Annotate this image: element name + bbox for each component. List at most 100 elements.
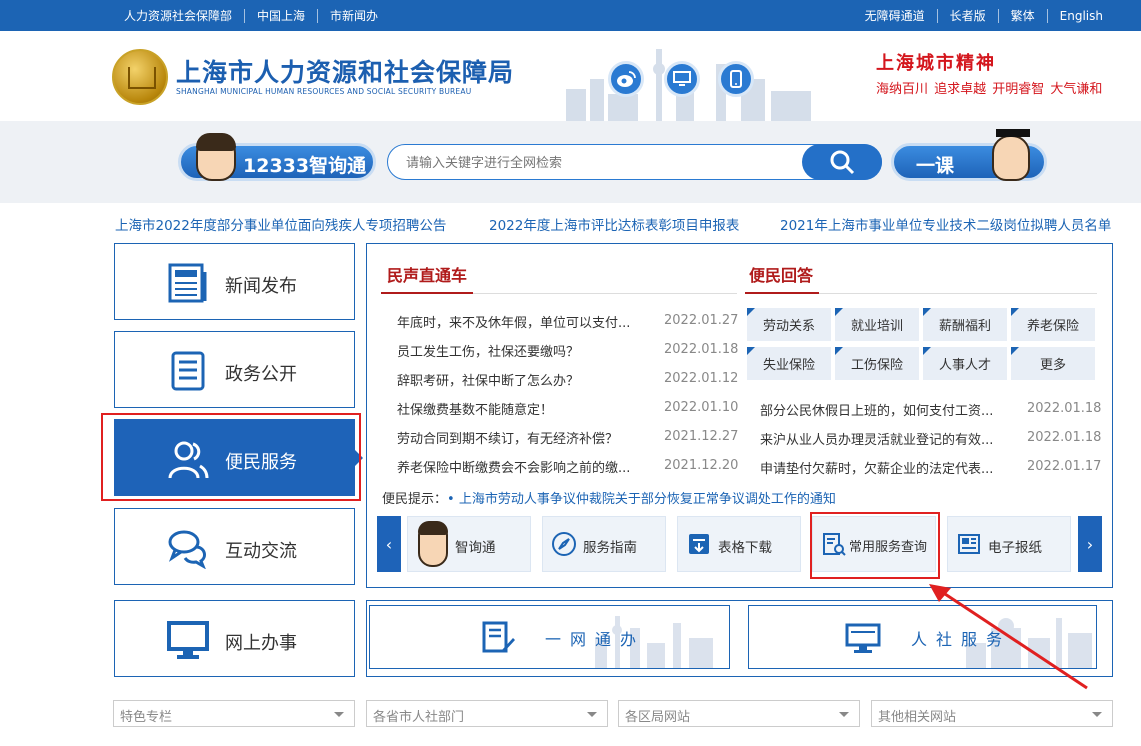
news-date: 2022.01.10	[664, 400, 739, 415]
qa-date: 2022.01.17	[1027, 459, 1102, 474]
monitor-icon	[845, 623, 881, 653]
ticker-item[interactable]: 上海市2022年度部分事业单位面向残疾人专项招聘公告	[115, 214, 446, 234]
dropdown-district-sites[interactable]: 各区局网站	[618, 700, 860, 727]
search-input[interactable]	[406, 153, 796, 173]
city-spirit-words: 海纳百川 追求卓越 开明睿智 大气谦和	[876, 82, 1103, 97]
category-employment-training[interactable]: 就业培训	[835, 308, 919, 341]
link-traditional[interactable]: 繁体	[997, 8, 1047, 23]
teacher-avatar-icon	[992, 129, 1030, 181]
nav-label: 政务公开	[225, 364, 297, 385]
top-links-right: 无障碍通道 长者版 繁体 English	[853, 0, 1115, 31]
phone-icon	[730, 70, 742, 88]
service-guide[interactable]: 服务指南	[542, 516, 666, 572]
mobile-button[interactable]	[718, 61, 754, 97]
category-unemployment[interactable]: 失业保险	[747, 347, 831, 380]
news-date: 2021.12.20	[664, 458, 739, 473]
yike-label: 一课	[916, 155, 955, 177]
service-label: 表格下载	[718, 540, 772, 556]
link-english[interactable]: English	[1046, 8, 1115, 23]
weibo-button[interactable]	[608, 61, 644, 97]
service-label: 智询通	[455, 540, 496, 556]
chevron-left-icon: ‹	[385, 534, 393, 554]
caret-down-icon	[1092, 712, 1102, 717]
link-accessibility[interactable]: 无障碍通道	[853, 9, 937, 23]
search-button[interactable]	[802, 144, 882, 180]
caret-down-icon	[334, 712, 344, 717]
ticker-item[interactable]: 2022年度上海市评比达标表彰项目申报表	[489, 214, 739, 234]
news-date: 2022.01.27	[664, 313, 739, 328]
document-icon	[171, 351, 205, 391]
news-item[interactable]: 劳动合同到期不续订，有无经济补偿？	[397, 428, 618, 447]
news-ticker: 上海市2022年度部分事业单位面向残疾人专项招聘公告 2022年度上海市评比达标…	[0, 212, 1141, 234]
annotation-arrow	[929, 584, 1088, 690]
category-pension[interactable]: 养老保险	[1011, 308, 1095, 341]
dropdown-label: 各区局网站	[625, 710, 691, 725]
carousel-next-button[interactable]: ›	[1078, 516, 1102, 572]
nav-news-release[interactable]: 新闻发布	[114, 243, 355, 320]
top-bar: 人力资源社会保障部 中国上海 市新闻办 无障碍通道 长者版 繁体 English	[0, 0, 1141, 31]
service-e-newspaper[interactable]: 电子报纸	[947, 516, 1071, 572]
notice-link[interactable]: • 上海市劳动人事争议仲裁院关于部分恢复正常争议调处工作的通知	[447, 492, 836, 507]
caret-down-icon	[839, 712, 849, 717]
news-item[interactable]: 养老保险中断缴费会不会影响之前的缴...	[397, 457, 630, 476]
link-elderly-version[interactable]: 长者版	[936, 8, 998, 23]
news-date: 2022.01.12	[664, 371, 739, 386]
dropdown-provincial-hr[interactable]: 各省市人社部门	[366, 700, 608, 727]
caret-down-icon	[587, 712, 597, 717]
one-network-label: 一网通办	[545, 630, 646, 649]
news-item[interactable]: 社保缴费基数不能随意定！	[397, 399, 553, 418]
qa-date: 2022.01.18	[1027, 430, 1102, 445]
assistant-avatar-icon	[196, 133, 236, 181]
monitor-icon	[167, 621, 209, 659]
nav-online-services[interactable]: 网上办事	[114, 600, 355, 677]
link-mohrss[interactable]: 人力资源社会保障部	[112, 9, 244, 23]
emblem-logo[interactable]	[112, 49, 168, 105]
nav-interaction[interactable]: 互动交流	[114, 508, 355, 585]
weibo-icon	[617, 71, 636, 87]
dropdown-special-columns[interactable]: 特色专栏	[113, 700, 355, 727]
site-title[interactable]: 上海市人力资源和社会保障局	[176, 53, 514, 89]
qa-item[interactable]: 部分公民休假日上班的，如何支付工资...	[760, 400, 993, 419]
tab-qa[interactable]: 便民回答	[749, 262, 813, 286]
nav-government-affairs[interactable]: 政务公开	[114, 331, 355, 408]
tab-underline	[745, 292, 819, 294]
service-label: 电子报纸	[988, 540, 1042, 556]
link-news-office[interactable]: 市新闻办	[317, 8, 390, 23]
dropdown-label: 其他相关网站	[878, 710, 957, 725]
news-item[interactable]: 员工发生工伤，社保还要缴吗？	[397, 341, 579, 360]
dropdown-label: 特色专栏	[120, 710, 173, 725]
monitor-icon	[673, 71, 691, 86]
tab-underline	[381, 292, 473, 294]
news-item[interactable]: 年底时，来不及休年假，单位可以支付...	[397, 312, 630, 331]
link-china-shanghai[interactable]: 中国上海	[244, 8, 317, 23]
site-subtitle: SHANGHAI MUNICIPAL HUMAN RESOURCES AND S…	[176, 87, 472, 96]
qa-date: 2022.01.18	[1027, 401, 1102, 416]
category-personnel-talent[interactable]: 人事人才	[923, 347, 1007, 380]
category-work-injury[interactable]: 工伤保险	[835, 347, 919, 380]
ticker-item[interactable]: 2021年上海市事业单位专业技术二级岗位拟聘人员名单	[780, 214, 1111, 234]
qa-item[interactable]: 申请垫付欠薪时，欠薪企业的法定代表...	[760, 458, 993, 477]
e-newspaper-icon	[958, 534, 980, 554]
top-links-left: 人力资源社会保障部 中国上海 市新闻办	[112, 0, 390, 31]
dropdown-label: 各省市人社部门	[373, 710, 465, 725]
news-item[interactable]: 辞职考研，社保中断了怎么办？	[397, 370, 579, 389]
service-form-download[interactable]: 表格下载	[677, 516, 801, 572]
city-spirit-title: 上海城市精神	[876, 53, 996, 74]
service-label: 服务指南	[583, 540, 637, 556]
category-more[interactable]: 更多	[1011, 347, 1095, 380]
carousel-prev-button[interactable]: ‹	[377, 516, 401, 572]
news-date: 2022.01.18	[664, 342, 739, 357]
notice-label: 便民提示：	[382, 492, 448, 507]
one-network-button[interactable]: 一网通办	[369, 605, 730, 669]
tab-public-voice[interactable]: 民声直通车	[387, 262, 467, 286]
dropdown-other-sites[interactable]: 其他相关网站	[871, 700, 1113, 727]
site-search-box	[387, 144, 882, 180]
category-salary-welfare[interactable]: 薪酬福利	[923, 308, 1007, 341]
desktop-button[interactable]	[664, 61, 700, 97]
category-labor-relations[interactable]: 劳动关系	[747, 308, 831, 341]
qa-item[interactable]: 来沪从业人员办理灵活就业登记的有效...	[760, 429, 993, 448]
newspaper-icon	[168, 263, 207, 303]
service-zhixuntong[interactable]: 智询通	[407, 516, 531, 572]
convenience-notice: 便民提示：• 上海市劳动人事争议仲裁院关于部分恢复正常争议调处工作的通知	[382, 488, 836, 507]
highlight-box-service	[810, 512, 940, 579]
